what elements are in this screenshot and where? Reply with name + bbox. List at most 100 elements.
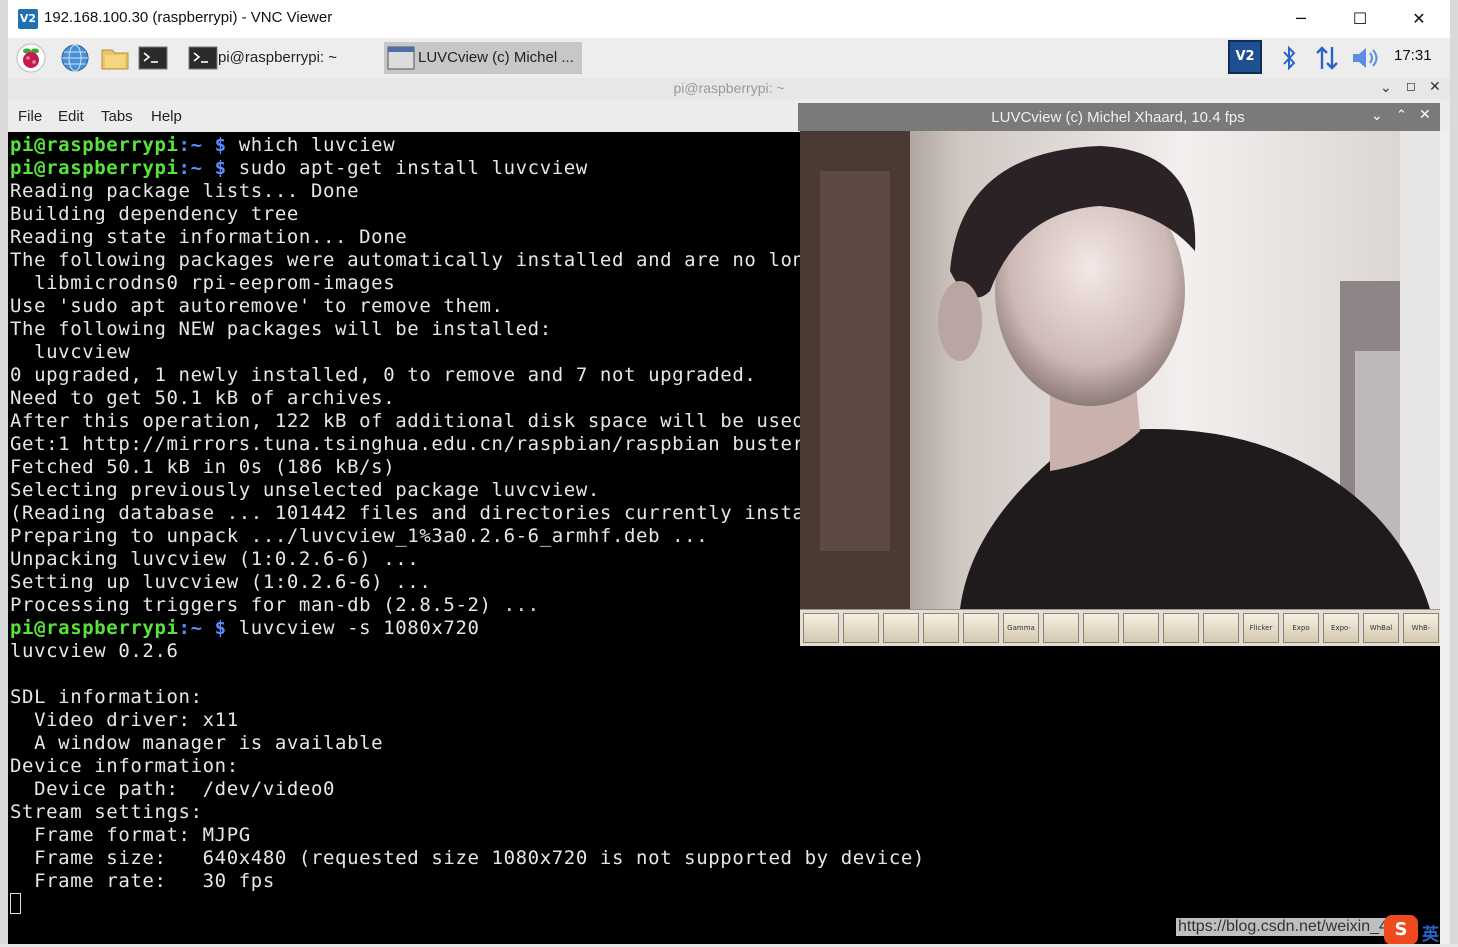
- control-button-7[interactable]: [1043, 613, 1079, 643]
- terminal-text: Need to get 50.1 kB of archives.: [10, 387, 396, 409]
- luvcview-control-bar: Gamma Flicker Expo Expo-Auto WhBal WhB-A…: [800, 609, 1440, 646]
- terminal-output-line: Use 'sudo apt autoremove' to remove them…: [10, 295, 925, 318]
- background-window-edge: [1440, 132, 1450, 944]
- terminal-text: Building dependency tree: [10, 203, 299, 225]
- terminal-text: luvcview: [10, 341, 131, 363]
- terminal-output-line: Selecting previously unselected package …: [10, 479, 925, 502]
- minimize-button[interactable]: ─: [1278, 6, 1324, 32]
- control-button-3[interactable]: [883, 613, 919, 643]
- terminal-text: which luvciew: [238, 134, 396, 156]
- terminal-output-line: Setting up luvcview (1:0.2.6-6) ...: [10, 571, 925, 594]
- terminal-text: The following NEW packages will be insta…: [10, 318, 552, 340]
- menu-help[interactable]: Help: [151, 108, 182, 125]
- whb-auto-button[interactable]: WhB-Auto: [1403, 613, 1439, 643]
- prompt-path: :~ $: [178, 134, 239, 156]
- camera-frame-image: [800, 131, 1440, 609]
- control-button-1[interactable]: [803, 613, 839, 643]
- camera-preview: [800, 131, 1440, 609]
- terminal-command-line: pi@raspberrypi:~ $ which luvciew: [10, 134, 925, 157]
- chevron-down-icon[interactable]: ⌄: [1371, 108, 1383, 124]
- terminal-text: Device path: /dev/video0: [10, 778, 336, 800]
- luvcview-title: LUVCview (c) Michel Xhaard, 10.4 fps: [991, 109, 1245, 126]
- terminal-output-line: 0 upgraded, 1 newly installed, 0 to remo…: [10, 364, 925, 387]
- control-button-2[interactable]: [843, 613, 879, 643]
- terminal-output-line: (Reading database ... 101442 files and d…: [10, 502, 925, 525]
- terminal-launcher-icon[interactable]: [138, 43, 168, 73]
- watermark: https://blog.csdn.net/weixin_4: [1176, 918, 1390, 936]
- terminal-text: Reading package lists... Done: [10, 180, 360, 202]
- control-button-9[interactable]: [1123, 613, 1159, 643]
- control-button-4[interactable]: [923, 613, 959, 643]
- terminal-output-line: Device path: /dev/video0: [10, 778, 925, 801]
- volume-icon[interactable]: [1350, 43, 1380, 73]
- file-manager-icon[interactable]: [100, 43, 130, 73]
- terminal-text: Use 'sudo apt autoremove' to remove them…: [10, 295, 504, 317]
- network-icon[interactable]: [1312, 43, 1342, 73]
- taskbar-item-label: pi@raspberrypi: ~: [218, 49, 338, 66]
- flicker-button[interactable]: Flicker: [1243, 613, 1279, 643]
- control-button-8[interactable]: [1083, 613, 1119, 643]
- terminal-output-line: The following NEW packages will be insta…: [10, 318, 925, 341]
- terminal-output-line: Preparing to unpack .../luvcview_1%3a0.2…: [10, 525, 925, 548]
- taskbar-item-luvcview[interactable]: LUVCview (c) Michel ...: [384, 42, 582, 74]
- prompt-user: pi@raspberrypi: [10, 157, 179, 179]
- terminal-icon: [188, 43, 218, 73]
- terminal-lines: pi@raspberrypi:~ $ which luvciew pi@raspb…: [10, 134, 925, 893]
- chevron-up-icon[interactable]: ⌃: [1396, 108, 1407, 123]
- terminal-text: 0 upgraded, 1 newly installed, 0 to remo…: [10, 364, 757, 386]
- close-button[interactable]: ✕: [1396, 6, 1442, 32]
- terminal-text: Device information:: [10, 755, 239, 777]
- taskbar-item-terminal[interactable]: pi@raspberrypi: ~: [188, 42, 383, 74]
- terminal-maximize-button[interactable]: ◻: [1406, 79, 1416, 93]
- window-icon: [387, 45, 415, 71]
- gamma-button[interactable]: Gamma: [1003, 613, 1039, 643]
- terminal-output-line: Frame rate: 30 fps: [10, 870, 925, 893]
- terminal-output-line: Frame format: MJPG: [10, 824, 925, 847]
- control-button-10[interactable]: [1163, 613, 1199, 643]
- terminal-output-line: Unpacking luvcview (1:0.2.6-6) ...: [10, 548, 925, 571]
- terminal-output-line: Reading state information... Done: [10, 226, 925, 249]
- terminal-output-line: luvcview 0.2.6: [10, 640, 925, 663]
- chevron-down-icon[interactable]: ⌄: [1380, 80, 1392, 96]
- vnc-server-tray-icon[interactable]: V2: [1228, 40, 1262, 74]
- terminal-text: Get:1 http://mirrors.tuna.tsinghua.edu.c…: [10, 433, 805, 455]
- terminal-cursor: [10, 893, 21, 914]
- maximize-button[interactable]: ☐: [1337, 6, 1383, 32]
- terminal-text: SDL information:: [10, 686, 203, 708]
- terminal-command-line: pi@raspberrypi:~ $ luvcview -s 1080x720: [10, 617, 925, 640]
- terminal-text: Frame rate: 30 fps: [10, 870, 275, 892]
- expo-button[interactable]: Expo: [1283, 613, 1319, 643]
- terminal-output-line: Need to get 50.1 kB of archives.: [10, 387, 925, 410]
- web-browser-icon[interactable]: [60, 43, 90, 73]
- terminal-text: A window manager is available: [10, 732, 384, 754]
- sogou-ime-icon[interactable]: S: [1384, 915, 1418, 945]
- ime-mode-indicator[interactable]: 英: [1422, 920, 1439, 945]
- terminal-command-line: pi@raspberrypi:~ $ sudo apt-get install …: [10, 157, 925, 180]
- terminal-titlebar: pi@raspberrypi: ~ ⌄ ◻ ✕: [8, 78, 1450, 100]
- terminal-close-button[interactable]: ✕: [1429, 79, 1441, 95]
- menu-file[interactable]: File: [18, 108, 42, 125]
- terminal-text: libmicrodns0 rpi-eeprom-images: [10, 272, 396, 294]
- terminal-text: luvcview -s 1080x720: [238, 617, 480, 639]
- luvcview-titlebar[interactable]: LUVCview (c) Michel Xhaard, 10.4 fps ⌄ ⌃…: [798, 103, 1440, 131]
- bluetooth-icon[interactable]: [1274, 43, 1304, 73]
- terminal-text: Frame size: 640x480 (requested size 1080…: [10, 847, 925, 869]
- luvcview-close-button[interactable]: ✕: [1419, 107, 1431, 123]
- control-button-5[interactable]: [963, 613, 999, 643]
- terminal-output-line: Fetched 50.1 kB in 0s (186 kB/s): [10, 456, 925, 479]
- terminal-output-line: Reading package lists... Done: [10, 180, 925, 203]
- expo-auto-button[interactable]: Expo-Auto: [1323, 613, 1359, 643]
- terminal-text: Fetched 50.1 kB in 0s (186 kB/s): [10, 456, 396, 478]
- menu-tabs[interactable]: Tabs: [101, 108, 133, 125]
- terminal-text: Selecting previously unselected package …: [10, 479, 600, 501]
- whbal-button[interactable]: WhBal: [1363, 613, 1399, 643]
- menu-edit[interactable]: Edit: [58, 108, 84, 125]
- prompt-user: pi@raspberrypi: [10, 617, 179, 639]
- terminal-output-line: Get:1 http://mirrors.tuna.tsinghua.edu.c…: [10, 433, 925, 456]
- raspberry-menu-icon[interactable]: [16, 43, 46, 73]
- terminal-output-line: Processing triggers for man-db (2.8.5-2)…: [10, 594, 925, 617]
- terminal-text: (Reading database ... 101442 files and d…: [10, 502, 805, 524]
- vnc-viewer-logo-icon: V2: [18, 9, 38, 29]
- control-button-11[interactable]: [1203, 613, 1239, 643]
